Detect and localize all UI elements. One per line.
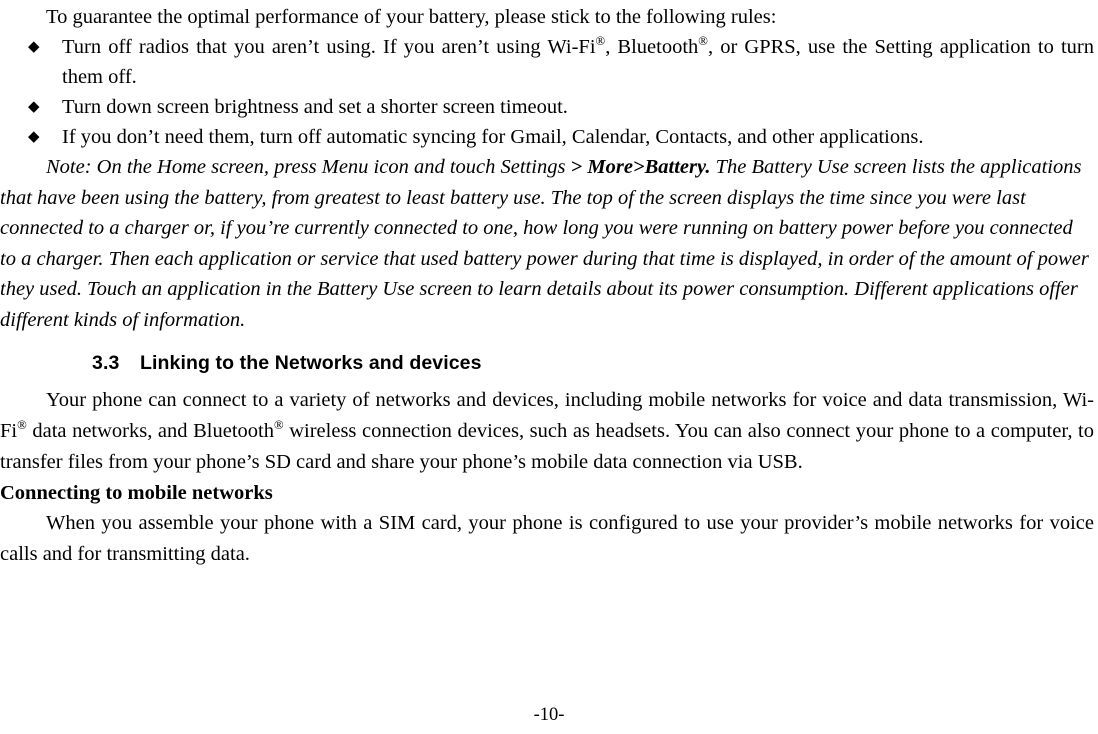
bullet-list: ◆ Turn off radios that you aren’t using.… <box>0 32 1096 152</box>
section-title: Linking to the Networks and devices <box>140 352 482 374</box>
registered-icon: ® <box>17 418 27 433</box>
list-item: ◆ If you don’t need them, turn off autom… <box>0 122 1096 152</box>
registered-icon: ® <box>698 34 708 49</box>
note-rest: The Battery Use screen lists the applica… <box>0 156 1089 331</box>
diamond-bullet-icon: ◆ <box>28 39 40 55</box>
registered-icon: ® <box>595 34 606 49</box>
registered-icon: ® <box>273 418 284 433</box>
intro-line: To guarantee the optimal performance of … <box>46 6 777 28</box>
subheading-connecting-mobile-networks: Connecting to mobile networks <box>0 482 273 504</box>
note-bold-more-battery: More>Battery. <box>587 156 711 178</box>
list-item-text-b: , Bluetooth <box>605 36 699 58</box>
page-number: -10- <box>533 705 565 725</box>
list-item: ◆ Turn off radios that you aren’t using.… <box>0 32 1096 92</box>
paragraph-sim-card: When you assemble your phone with a SIM … <box>0 512 1094 565</box>
diamond-bullet-icon: ◆ <box>28 129 40 145</box>
paragraph-text-b: data networks, and Bluetooth <box>26 420 274 442</box>
paragraph-networks: Your phone can connect to a variety of n… <box>0 385 1096 478</box>
note-bold-gt: > <box>570 156 583 178</box>
note-lead: Note: On the Home screen, press Menu ico… <box>46 156 571 178</box>
list-item: ◆ Turn down screen brightness and set a … <box>0 92 1096 122</box>
document-page: To guarantee the optimal performance of … <box>0 0 1098 734</box>
diamond-bullet-icon: ◆ <box>28 99 40 115</box>
list-item-text-a: Turn off radios that you aren’t using. I… <box>62 36 596 58</box>
section-number: 3.3 <box>92 352 120 374</box>
section-heading: 3.3 Linking to the Networks and devices <box>0 352 1096 375</box>
list-item-text: If you don’t need them, turn off automat… <box>62 126 924 148</box>
list-item-text: Turn down screen brightness and set a sh… <box>62 96 568 118</box>
note-block: Note: On the Home screen, press Menu ico… <box>0 152 1096 335</box>
